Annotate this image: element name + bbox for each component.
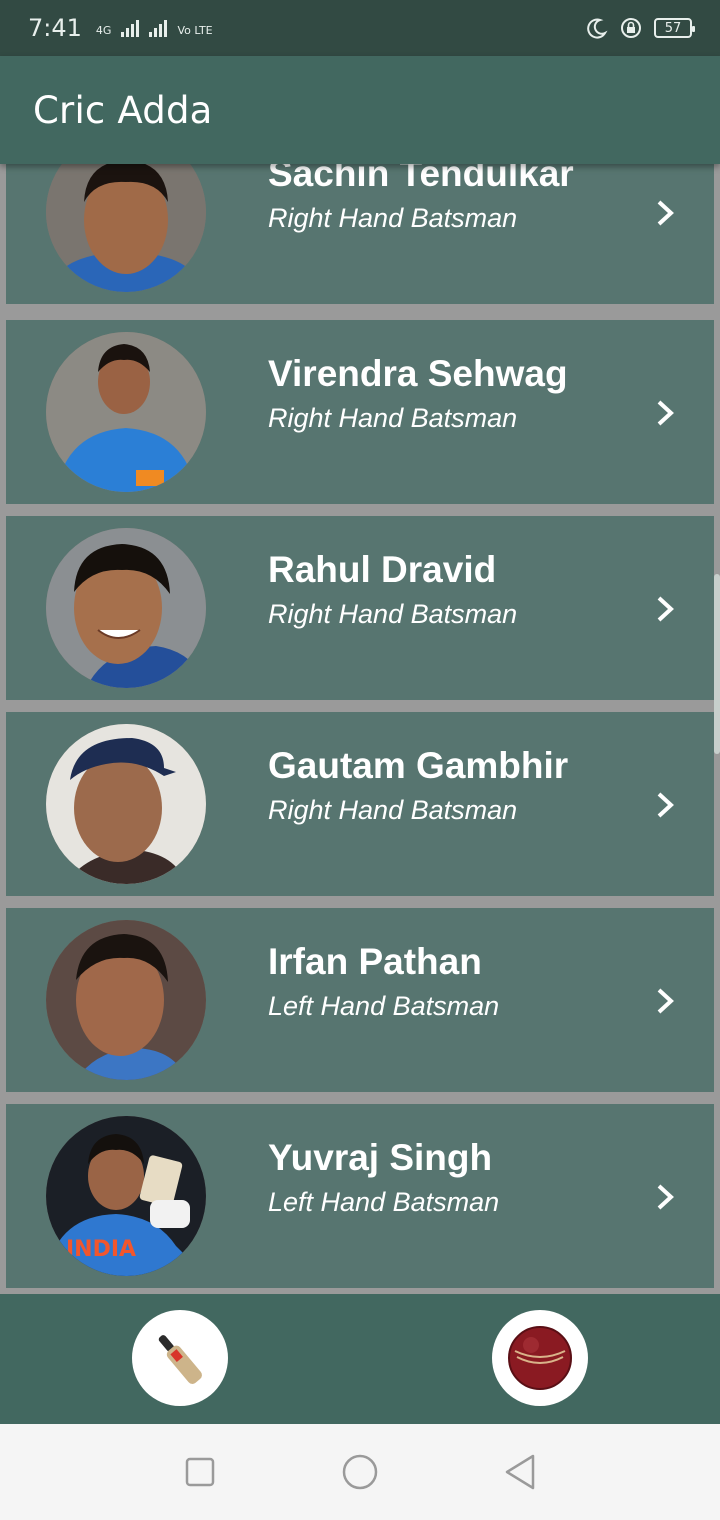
signal-icon-2 xyxy=(149,19,168,37)
player-name: Yuvraj Singh xyxy=(268,1137,493,1178)
player-role: Right Hand Batsman xyxy=(268,402,518,433)
battery-icon: 57 xyxy=(654,18,695,38)
lock-rotation-icon xyxy=(621,18,641,38)
chevron-right-icon[interactable] xyxy=(654,1182,676,1212)
player-avatar xyxy=(46,528,206,688)
chevron-right-icon[interactable] xyxy=(654,594,676,624)
volte-label: Vo LTE xyxy=(177,24,213,37)
player-name: Gautam Gambhir xyxy=(268,745,569,786)
recents-icon xyxy=(185,1457,215,1487)
player-avatar xyxy=(46,920,206,1080)
player-avatar: INDIA xyxy=(46,1116,206,1276)
back-button[interactable] xyxy=(500,1452,540,1492)
signal-icon xyxy=(121,19,140,37)
ball-icon xyxy=(508,1326,572,1390)
recents-button[interactable] xyxy=(180,1452,220,1492)
app-title: Cric Adda xyxy=(33,88,213,132)
player-name: Irfan Pathan xyxy=(268,941,482,982)
bat-icon xyxy=(158,1335,202,1384)
bowlers-button[interactable] xyxy=(492,1310,588,1406)
player-role: Right Hand Batsman xyxy=(268,598,518,629)
system-nav-bar xyxy=(0,1424,720,1520)
home-button[interactable] xyxy=(340,1452,380,1492)
player-avatar xyxy=(46,724,206,884)
player-card-sehwag[interactable]: Virendra Sehwag Right Hand Batsman xyxy=(6,320,714,504)
network-4g-label: 4G xyxy=(95,24,112,37)
moon-icon xyxy=(587,18,608,39)
status-right: 57 xyxy=(586,17,695,39)
chevron-right-icon[interactable] xyxy=(654,198,676,228)
player-role: Right Hand Batsman xyxy=(268,794,518,825)
player-card-yuvraj[interactable]: INDIA Yuvraj Singh Left Hand Batsman xyxy=(6,1104,714,1288)
chevron-right-icon[interactable] xyxy=(654,790,676,820)
player-card-sachin[interactable]: Sachin Tendulkar Right Hand Batsman xyxy=(6,164,714,304)
player-role: Left Hand Batsman xyxy=(268,1186,500,1217)
status-bar: 7:41 4G Vo LTE 57 xyxy=(0,0,720,56)
player-role: Right Hand Batsman xyxy=(268,202,518,233)
chevron-right-icon[interactable] xyxy=(654,398,676,428)
player-name: Rahul Dravid xyxy=(268,549,497,590)
player-card-dravid[interactable]: Rahul Dravid Right Hand Batsman xyxy=(6,516,714,700)
player-role: Left Hand Batsman xyxy=(268,990,500,1021)
network-indicators: 4G Vo LTE xyxy=(96,19,213,37)
chevron-right-icon[interactable] xyxy=(654,986,676,1016)
batsmen-button[interactable] xyxy=(132,1310,228,1406)
bottom-action-bar xyxy=(0,1294,720,1424)
battery-level: 57 xyxy=(664,20,682,36)
scrollbar[interactable] xyxy=(714,574,720,754)
svg-text:INDIA: INDIA xyxy=(66,1237,136,1262)
player-name: Virendra Sehwag xyxy=(268,353,568,394)
player-avatar xyxy=(46,164,206,292)
player-name: Sachin Tendulkar xyxy=(268,164,574,194)
player-card-pathan[interactable]: Irfan Pathan Left Hand Batsman xyxy=(6,908,714,1092)
player-avatar xyxy=(46,332,206,492)
player-card-gambhir[interactable]: Gautam Gambhir Right Hand Batsman xyxy=(6,712,714,896)
app-bar: Cric Adda xyxy=(0,56,720,164)
back-icon xyxy=(505,1454,535,1490)
player-list[interactable]: Sachin Tendulkar Right Hand Batsman Vire… xyxy=(0,164,720,1294)
status-time: 7:41 xyxy=(28,14,82,42)
home-icon xyxy=(342,1454,378,1490)
